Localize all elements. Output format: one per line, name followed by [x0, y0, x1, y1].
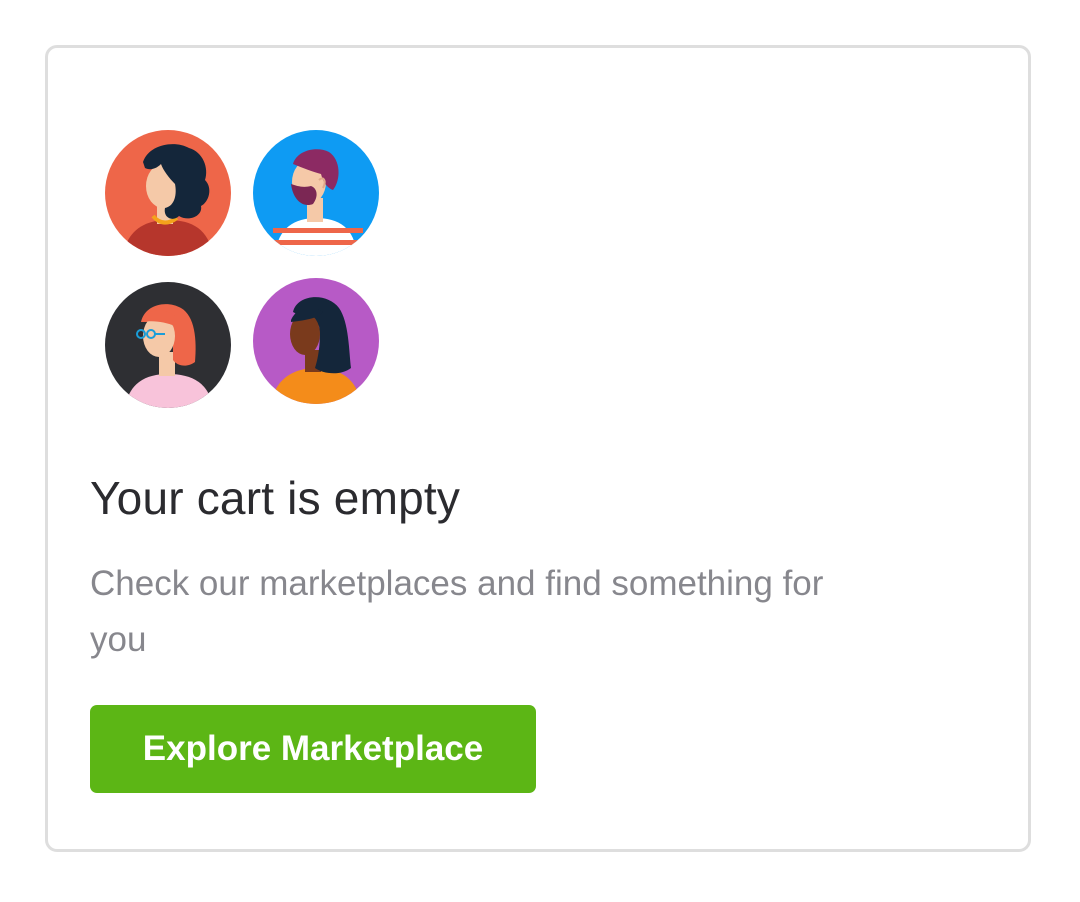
woman-glasses-avatar [105, 282, 231, 408]
avatar-group [105, 130, 385, 410]
man-beard-avatar [253, 130, 379, 256]
empty-cart-title: Your cart is empty [90, 472, 461, 524]
explore-marketplace-button[interactable]: Explore Marketplace [90, 705, 536, 793]
woman-curly-hair-avatar [105, 130, 231, 256]
empty-cart-subtitle: Check our marketplaces and find somethin… [90, 564, 824, 659]
empty-cart-card: Your cart is empty Check our marketplace… [45, 45, 1031, 852]
woman-long-hair-avatar [253, 278, 379, 404]
